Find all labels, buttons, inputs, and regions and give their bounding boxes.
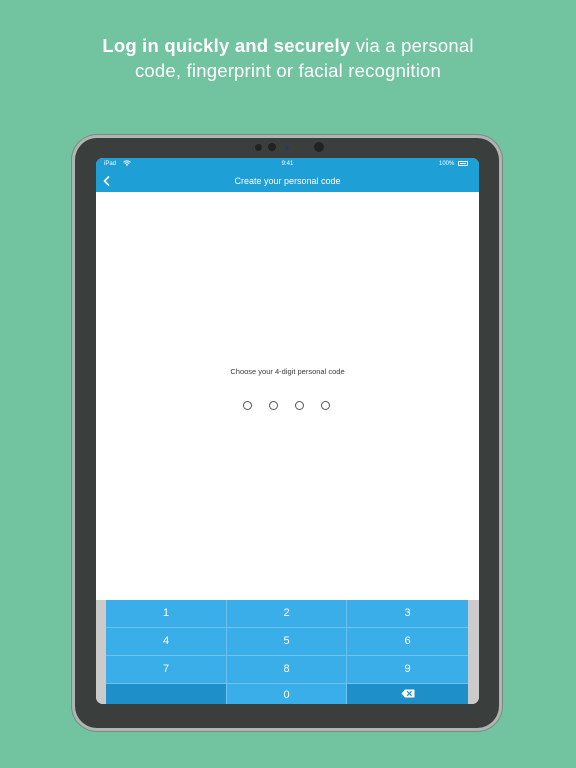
device-volume-down-button xyxy=(499,214,502,236)
code-dot xyxy=(295,401,304,410)
headline-line-2: code, fingerprint or facial recognition xyxy=(134,60,442,81)
backspace-icon xyxy=(401,689,415,698)
key-8[interactable]: 8 xyxy=(227,656,347,684)
key-0[interactable]: 0 xyxy=(227,684,347,704)
code-dot xyxy=(321,401,330,410)
key-2[interactable]: 2 xyxy=(227,600,347,628)
key-4[interactable]: 4 xyxy=(106,628,227,656)
key-1[interactable]: 1 xyxy=(106,600,227,628)
delete-key[interactable] xyxy=(347,684,468,704)
camera-sensor xyxy=(268,143,276,151)
code-dot xyxy=(243,401,252,410)
key-blank xyxy=(106,684,227,704)
battery-icon xyxy=(458,161,468,166)
status-time: 9:41 xyxy=(281,161,294,167)
front-camera xyxy=(314,142,324,152)
status-bar: iPad 9:41 100% xyxy=(96,158,479,170)
code-dot xyxy=(269,401,278,410)
nav-bar: Create your personal code xyxy=(96,170,479,192)
key-3[interactable]: 3 xyxy=(347,600,468,628)
marketing-headline: Log in quickly and securely via a person… xyxy=(0,33,576,83)
code-prompt: Choose your 4-digit personal code xyxy=(230,367,345,376)
camera-sensor xyxy=(255,144,262,151)
camera-sensor xyxy=(285,146,289,150)
headline-bold: Log in quickly and securely xyxy=(102,35,351,56)
key-9[interactable]: 9 xyxy=(347,656,468,684)
numeric-keypad: 1 2 3 4 5 6 7 8 9 0 xyxy=(106,600,468,704)
key-7[interactable]: 7 xyxy=(106,656,227,684)
key-5[interactable]: 5 xyxy=(227,628,347,656)
headline-rest: via a personal xyxy=(355,35,474,56)
device-screen: iPad 9:41 100% Create your personal code… xyxy=(96,158,479,704)
key-6[interactable]: 6 xyxy=(347,628,468,656)
code-dots xyxy=(243,401,333,413)
page-title: Create your personal code xyxy=(234,176,341,186)
device-volume-up-button xyxy=(499,186,502,208)
battery-percentage: 100% xyxy=(439,161,455,167)
headline-line-1: Log in quickly and securely via a person… xyxy=(0,33,576,58)
